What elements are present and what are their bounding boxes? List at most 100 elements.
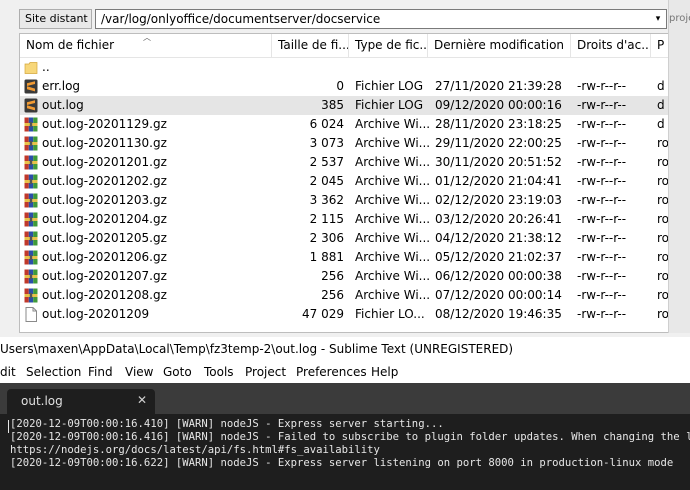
file-name: err.log <box>42 79 81 93</box>
file-row[interactable]: out.log-20201205.gz 2 306 Archive Wi... 04/… <box>20 229 668 248</box>
archive-icon <box>24 231 38 246</box>
menu-project[interactable]: Project <box>245 361 286 383</box>
remote-path-input[interactable]: /var/log/onlyoffice/documentserver/docse… <box>95 9 667 29</box>
file-permissions: -rw-r--r-- <box>577 212 627 226</box>
column-header-permissions[interactable]: Droits d'ac... <box>571 34 651 57</box>
menu-edit[interactable]: dit <box>0 361 16 383</box>
text-cursor <box>8 420 9 433</box>
menu-view[interactable]: View <box>125 361 153 383</box>
file-name: out.log-20201207.gz <box>42 269 167 283</box>
file-modified: 06/12/2020 00:00:38 <box>435 269 562 283</box>
file-type: Archive Wi... <box>355 155 431 169</box>
file-modified: 28/11/2020 23:18:25 <box>435 117 562 131</box>
file-type: Archive Wi... <box>355 136 431 150</box>
file-row[interactable]: out.log-20201207.gz 256 Archive Wi... 06/12… <box>20 267 668 286</box>
file-permissions: -rw-r--r-- <box>577 288 627 302</box>
window-title: Users\maxen\AppData\Local\Temp\fz3temp-2… <box>0 342 514 356</box>
file-row[interactable]: out.log-20201130.gz 3 073 Archive Wi... 29/… <box>20 134 668 153</box>
file-owner <box>657 58 668 77</box>
file-type: Archive Wi... <box>355 288 431 302</box>
file-name: out.log-20201202.gz <box>42 174 167 188</box>
file-owner: ro <box>657 193 668 207</box>
file-size: 2 306 <box>309 231 344 245</box>
file-type: Archive Wi... <box>355 231 431 245</box>
column-header-size[interactable]: Taille de fi... <box>272 34 349 57</box>
menu-help[interactable]: Help <box>371 361 398 383</box>
file-permissions: -rw-r--r-- <box>577 231 627 245</box>
file-row[interactable]: out.log 385 Fichier LOG 09/12/2020 00:00:16… <box>20 96 668 115</box>
code-line-2: [2020-12-09T00:00:16.416] [WARN] nodeJS … <box>10 431 690 443</box>
file-modified: 03/12/2020 20:26:41 <box>435 212 562 226</box>
remote-file-list[interactable]: Nom de fichier ︿ Taille de fi... Type de… <box>19 33 668 333</box>
column-header-type[interactable]: Type de fic... <box>349 34 428 57</box>
file-row[interactable]: out.log-20201204.gz 2 115 Archive Wi... 03/… <box>20 210 668 229</box>
file-type: Archive Wi... <box>355 117 431 131</box>
menu-preferences[interactable]: Preferences <box>296 361 367 383</box>
file-permissions: -rw-r--r-- <box>577 174 627 188</box>
file-type: Archive Wi... <box>355 250 431 264</box>
sublime-title-bar: Users\maxen\AppData\Local\Temp\fz3temp-2… <box>0 337 690 361</box>
sublime-file-icon <box>24 79 38 94</box>
file-owner: ro <box>657 307 668 321</box>
column-header-modified[interactable]: Dernière modification <box>428 34 571 57</box>
file-modified: 05/12/2020 21:02:37 <box>435 250 562 264</box>
chevron-down-icon[interactable]: ▾ <box>652 12 664 26</box>
close-icon[interactable]: ✕ <box>137 393 147 407</box>
file-list-header: Nom de fichier ︿ Taille de fi... Type de… <box>20 34 668 58</box>
file-owner: ro <box>657 212 668 226</box>
file-row[interactable]: out.log-20201208.gz 256 Archive Wi... 07/12… <box>20 286 668 305</box>
file-row[interactable]: out.log-20201129.gz 6 024 Archive Wi... 28/… <box>20 115 668 134</box>
file-size: 6 024 <box>309 117 344 131</box>
file-permissions: -rw-r--r-- <box>577 193 627 207</box>
column-header-owner[interactable]: P <box>651 34 668 57</box>
side-panel-text: proje <box>669 13 690 24</box>
remote-site-pane: Site distant : /var/log/onlyoffice/docum… <box>0 0 690 333</box>
code-line-1: [2020-12-09T00:00:16.410] [WARN] nodeJS … <box>10 418 444 430</box>
file-row[interactable]: out.log-20201203.gz 3 362 Archive Wi... 02/… <box>20 191 668 210</box>
code-editor[interactable]: [2020-12-09T00:00:16.410] [WARN] nodeJS … <box>0 414 690 490</box>
folder-icon <box>24 60 38 75</box>
menu-tools[interactable]: Tools <box>204 361 234 383</box>
sublime-file-icon <box>24 98 38 113</box>
menu-goto[interactable]: Goto <box>163 361 192 383</box>
file-size: 1 881 <box>309 250 344 264</box>
menu-find[interactable]: Find <box>88 361 113 383</box>
file-size: 256 <box>321 288 344 302</box>
file-size: 2 115 <box>309 212 344 226</box>
file-row[interactable]: out.log-20201206.gz 1 881 Archive Wi... 05/… <box>20 248 668 267</box>
file-owner: ro <box>657 155 668 169</box>
file-permissions: -rw-r--r-- <box>577 98 627 112</box>
tab-out-log[interactable]: out.log ✕ <box>7 389 155 414</box>
file-name: out.log-20201208.gz <box>42 288 167 302</box>
file-permissions: -rw-r--r-- <box>577 136 627 150</box>
file-row[interactable]: out.log-20201202.gz 2 045 Archive Wi... 01/… <box>20 172 668 191</box>
file-owner: d <box>657 98 665 112</box>
file-name: out.log-20201206.gz <box>42 250 167 264</box>
file-size: 2 537 <box>309 155 344 169</box>
file-modified: 08/12/2020 19:46:35 <box>435 307 562 321</box>
file-owner: ro <box>657 250 668 264</box>
code-line-3: https://nodejs.org/docs/latest/api/fs.ht… <box>10 444 380 456</box>
file-type: Archive Wi... <box>355 193 431 207</box>
file-name: out.log-20201130.gz <box>42 136 167 150</box>
file-permissions: -rw-r--r-- <box>577 307 627 321</box>
file-modified: 01/12/2020 21:04:41 <box>435 174 562 188</box>
file-row[interactable]: .. <box>20 58 668 77</box>
menu-selection[interactable]: Selection <box>26 361 81 383</box>
file-size: 256 <box>321 269 344 283</box>
file-permissions: -rw-r--r-- <box>577 250 627 264</box>
file-type: Fichier LOG <box>355 79 424 93</box>
file-row[interactable]: err.log 0 Fichier LOG 27/11/2020 21:39:28 -r… <box>20 77 668 96</box>
code-line-4: [2020-12-09T00:00:16.622] [WARN] nodeJS … <box>10 457 674 469</box>
file-type: Archive Wi... <box>355 174 431 188</box>
archive-icon <box>24 212 38 227</box>
file-row[interactable]: out.log-20201209 47 029 Fichier LO... 08/12… <box>20 305 668 324</box>
file-row[interactable]: out.log-20201201.gz 2 537 Archive Wi... 30/… <box>20 153 668 172</box>
archive-icon <box>24 250 38 265</box>
file-modified: 09/12/2020 00:00:16 <box>435 98 562 112</box>
file-name: out.log-20201203.gz <box>42 193 167 207</box>
file-owner: ro <box>657 174 668 188</box>
file-modified: 04/12/2020 21:38:12 <box>435 231 562 245</box>
file-modified: 07/12/2020 00:00:14 <box>435 288 562 302</box>
file-type: Fichier LOG <box>355 98 424 112</box>
